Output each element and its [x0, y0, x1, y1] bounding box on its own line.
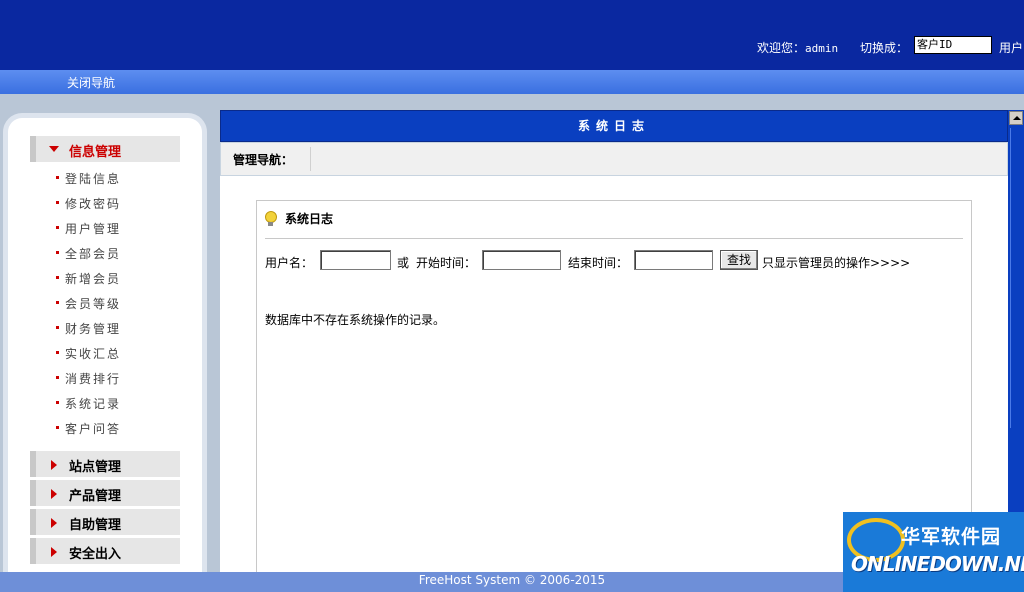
sidebar-group-product[interactable]: 产品管理 [30, 480, 180, 506]
sidebar-item-customer-qa[interactable]: 客户问答 [30, 420, 180, 445]
bullet-icon [56, 201, 59, 204]
sidebar-item-change-password[interactable]: 修改密码 [30, 195, 180, 220]
bullet-icon [56, 326, 59, 329]
end-time-input[interactable] [634, 250, 713, 270]
sidebar-item-user-management[interactable]: 用户管理 [30, 220, 180, 245]
filter-row: 用户名： 或 开始时间： 结束时间： 查找 只显示管理员的操作>>>> [265, 250, 965, 272]
top-header [0, 0, 1024, 70]
sidebar-group-label: 产品管理 [69, 489, 122, 504]
divider [310, 147, 311, 171]
scroll-thumb[interactable] [1010, 128, 1023, 428]
sidebar-item-member-level[interactable]: 会员等级 [30, 295, 180, 320]
search-button[interactable]: 查找 [720, 250, 759, 270]
end-time-label: 结束时间： [568, 256, 629, 270]
bullet-icon [56, 351, 59, 354]
sidebar-item-label: 用户管理 [65, 222, 122, 236]
watermark-en: ONLINEDOWN.NET [851, 552, 1024, 576]
sidebar-sub-list: 登陆信息 修改密码 用户管理 全部会员 新增会员 会员等级 财务管理 实收汇总 … [30, 170, 180, 445]
close-nav-link[interactable]: 关闭导航 [67, 74, 115, 91]
bullet-icon [56, 276, 59, 279]
bullet-icon [56, 426, 59, 429]
sidebar-menu: 信息管理 登陆信息 修改密码 用户管理 全部会员 新增会员 会员等级 财务管理 … [30, 136, 180, 567]
sidebar-item-all-members[interactable]: 全部会员 [30, 245, 180, 270]
page-title: 系统日志 [220, 110, 1008, 142]
username-input[interactable] [320, 250, 391, 270]
sidebar-item-label: 财务管理 [65, 322, 122, 336]
manage-nav-label: 管理导航： [233, 153, 294, 167]
sidebar-item-login-info[interactable]: 登陆信息 [30, 170, 180, 195]
switch-label: 切换成： [860, 41, 909, 55]
divider [265, 238, 963, 239]
username-label: 用户名： [265, 256, 314, 270]
sidebar-item-label: 系统记录 [65, 397, 122, 411]
scroll-up-icon[interactable] [1009, 111, 1023, 125]
bullet-icon [56, 401, 59, 404]
switch-user-label: 用户 [999, 41, 1024, 55]
sidebar-item-label: 登陆信息 [65, 172, 122, 186]
triangle-right-icon [51, 460, 57, 470]
sidebar-item-label: 客户问答 [65, 422, 122, 436]
or-label: 或 [397, 256, 410, 270]
sidebar-group-label: 信息管理 [69, 145, 122, 160]
sidebar: 信息管理 登陆信息 修改密码 用户管理 全部会员 新增会员 会员等级 财务管理 … [8, 118, 202, 588]
triangle-right-icon [51, 489, 57, 499]
sidebar-item-label: 消费排行 [65, 372, 122, 386]
sidebar-group-security[interactable]: 安全出入 [30, 538, 180, 564]
sidebar-group-label: 自助管理 [69, 518, 122, 533]
panel-title-text: 系统日志 [285, 212, 334, 226]
bullet-icon [56, 301, 59, 304]
sidebar-item-spending-rank[interactable]: 消费排行 [30, 370, 180, 395]
sidebar-item-finance[interactable]: 财务管理 [30, 320, 180, 345]
switch-input[interactable]: 客户ID [914, 36, 992, 54]
sidebar-item-label: 实收汇总 [65, 347, 122, 361]
sidebar-item-system-log[interactable]: 系统记录 [30, 395, 180, 420]
bullet-icon [56, 376, 59, 379]
start-time-label: 开始时间： [416, 256, 477, 270]
admin-only-link[interactable]: 只显示管理员的操作>>>> [762, 254, 910, 271]
welcome-text: 欢迎您：admin [757, 39, 838, 56]
triangle-right-icon [51, 518, 57, 528]
lightbulb-base [268, 222, 273, 226]
sidebar-item-receipts-summary[interactable]: 实收汇总 [30, 345, 180, 370]
breadcrumb: 管理导航： [220, 142, 1008, 176]
watermark-logo: 华军软件园 ONLINEDOWN.NET [843, 512, 1024, 592]
bullet-icon [56, 251, 59, 254]
sidebar-group-self-service[interactable]: 自助管理 [30, 509, 180, 535]
bullet-icon [56, 226, 59, 229]
sidebar-group-label: 站点管理 [69, 460, 122, 475]
username: admin [805, 42, 839, 55]
triangle-down-icon [49, 146, 59, 152]
sidebar-item-label: 修改密码 [65, 197, 122, 211]
sidebar-group-site[interactable]: 站点管理 [30, 451, 180, 477]
nav-bar [0, 70, 1024, 94]
welcome-label: 欢迎您： [757, 41, 806, 55]
sidebar-group-info[interactable]: 信息管理 [30, 136, 180, 162]
watermark-cn: 华军软件园 [901, 526, 1002, 548]
sidebar-item-add-member[interactable]: 新增会员 [30, 270, 180, 295]
bullet-icon [56, 176, 59, 179]
empty-message: 数据库中不存在系统操作的记录。 [265, 313, 446, 327]
sidebar-item-label: 会员等级 [65, 297, 122, 311]
triangle-right-icon [51, 547, 57, 557]
header-strip [0, 94, 1024, 110]
start-time-input[interactable] [482, 250, 561, 270]
sidebar-group-label: 安全出入 [69, 547, 122, 562]
sidebar-item-label: 全部会员 [65, 247, 122, 261]
sidebar-item-label: 新增会员 [65, 272, 122, 286]
